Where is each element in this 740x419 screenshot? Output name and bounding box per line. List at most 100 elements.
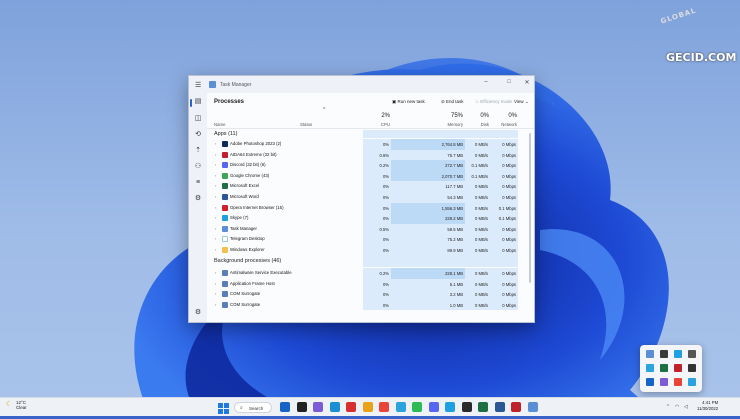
process-row[interactable]: › Windows Explorer 0% 89.9 MB 0 MB/s 0 Mbps [207,245,527,256]
tray-app-icon[interactable] [646,378,654,386]
expand-chevron-icon[interactable]: › [215,194,216,199]
pinned-app-icon[interactable] [494,402,505,412]
pinned-app-icon[interactable] [395,402,406,412]
tray-app-icon[interactable] [674,364,682,372]
pinned-app-icon[interactable] [478,402,488,412]
close-button[interactable]: ✕ [522,79,532,86]
expand-chevron-icon[interactable]: › [215,183,216,188]
tray-app-icon[interactable] [646,350,654,358]
process-row[interactable]: › Microsoft Excel 0% 117.7 MB 0 MB/s 0 Mbps [207,181,527,192]
expand-chevron-icon[interactable]: › [215,270,216,275]
process-row[interactable]: › Antimalware Service Executable 0.2% 228.1… [207,268,527,279]
process-row[interactable]: › COM Surrogate 0% 3.2 MB 0 MB/s 0 Mbps [207,289,527,300]
minimize-button[interactable]: – [481,79,491,85]
expand-chevron-icon[interactable]: › [215,302,216,307]
run-new-task-button[interactable]: ▣ Run new task [392,99,425,105]
search-icon: ⌕ [240,405,243,411]
process-row[interactable]: › AIDA64 Extreme (32 bit) 0.6% 75.7 MB 0 MB/… [207,149,527,161]
chevron-up-icon[interactable]: ⌃ [666,404,670,410]
pinned-app-icon[interactable] [329,402,340,412]
process-row[interactable]: › Adobe Photoshop 2023 (2) 0% 2,764.8 MB 0 M… [207,139,527,150]
pinned-app-icon[interactable] [511,402,521,412]
column-network[interactable]: Network [492,122,517,127]
process-row[interactable]: › Opera Internet Browser (15) 0% 1,556.3 MB… [207,202,527,214]
expand-chevron-icon[interactable]: › [215,162,216,167]
app-history-icon[interactable]: ⟲ [194,131,202,139]
view-button[interactable]: View ⌄ [514,99,529,105]
column-memory[interactable]: Memory [427,122,463,127]
taskbar-search[interactable]: ⌕ Search [234,402,272,413]
wifi-icon[interactable]: ◠ [675,404,679,410]
weather-widget[interactable]: ☾ 12°C Clear [6,400,27,410]
column-name[interactable]: Name [214,122,225,127]
pinned-app-icon[interactable] [379,402,389,412]
processes-icon[interactable]: ▤ [194,98,202,106]
tray-app-icon[interactable] [660,350,668,358]
expand-chevron-icon[interactable]: › [215,291,216,296]
process-row[interactable]: › Application Frame Host 0% 5.1 MB 0 MB/s 0 M… [207,278,527,290]
expand-chevron-icon[interactable]: › [215,141,216,146]
expand-chevron-icon[interactable]: › [215,247,216,252]
tray-app-icon[interactable] [646,364,654,372]
end-task-button[interactable]: ⊘ End task [441,99,464,105]
process-row[interactable]: › COM Surrogate 0% 1.0 MB 0 MB/s 0 Mbps [207,299,527,311]
tray-app-icon[interactable] [674,350,682,358]
title-bar[interactable]: ☰ Task Manager – □ ✕ [189,76,534,93]
volume-icon[interactable]: ◁ [684,404,688,410]
start-button[interactable] [218,401,229,414]
performance-icon[interactable]: ◫ [194,115,202,123]
efficiency-mode-button[interactable]: ♧ Efficiency mode [475,99,512,105]
column-cpu[interactable]: CPU [367,122,390,127]
pinned-app-icon[interactable] [296,402,307,412]
clock[interactable]: 4:41 PM 11/30/2022 [697,400,718,411]
tray-app-icon[interactable] [660,364,668,372]
pinned-app-icon[interactable] [527,402,538,412]
vertical-scrollbar[interactable] [529,133,531,283]
tray-app-icon[interactable] [688,364,696,372]
process-row[interactable]: › Task Manager 0.5% 59.5 MB 0 MB/s 0 Mbps [207,223,527,235]
process-row[interactable]: › Discord (32 bit) (6) 0.2% 272.7 MB 0.1 MB/… [207,160,527,171]
pinned-app-icon[interactable] [362,402,373,412]
group-header-apps[interactable]: Apps (11) [214,131,237,137]
pinned-app-icon[interactable] [313,402,323,412]
process-memory: 1,556.3 MB [391,202,465,214]
column-disk[interactable]: Disk [469,122,489,127]
process-disk: 0 MB/s [465,181,490,192]
group-header-background[interactable]: Background processes (46) [214,258,281,264]
settings-icon[interactable]: ⚙ [194,309,202,317]
process-cpu: 0% [363,289,391,300]
users-icon[interactable]: ⚇ [194,163,202,171]
expand-chevron-icon[interactable]: › [215,226,216,231]
tray-app-icon[interactable] [674,378,682,386]
details-icon[interactable]: ≡ [194,179,202,187]
process-row[interactable]: › Google Chrome (43) 0% 2,070.7 MB 0.1 MB/s 0… [207,170,527,182]
expand-chevron-icon[interactable]: › [215,215,216,220]
services-icon[interactable]: ⚙ [194,195,202,203]
tray-app-icon[interactable] [688,378,696,386]
process-network: 0 Mbps [490,289,518,300]
expand-chevron-icon[interactable]: › [215,281,216,286]
pinned-app-icon[interactable] [346,402,356,412]
tray-app-icon[interactable] [688,350,696,358]
hamburger-menu-icon[interactable]: ☰ [195,81,201,89]
startup-apps-icon[interactable]: ⇡ [194,147,202,155]
pinned-app-icon[interactable] [280,402,290,412]
pinned-app-icon[interactable] [461,402,472,412]
pinned-app-icon[interactable] [428,402,439,412]
column-status[interactable]: Status [300,122,312,127]
process-disk: 0 MB/s [465,139,490,150]
process-row[interactable]: › Skype (7) 0% 228.2 MB 0 MB/s 0.1 Mbps [207,213,527,224]
expand-chevron-icon[interactable]: › [215,205,216,210]
pinned-app-icon[interactable] [445,402,455,412]
process-row[interactable]: › Microsoft Word 0% 54.3 MB 0 MB/s 0 Mbps [207,192,527,203]
process-disk: 0.1 MB/s [465,160,490,171]
expand-chevron-icon[interactable]: › [215,152,216,157]
service-icon [222,301,228,308]
expand-chevron-icon[interactable]: › [215,236,216,241]
maximize-button[interactable]: □ [504,79,514,85]
tray-app-icon[interactable] [660,378,668,386]
process-row[interactable]: › Telegram Desktop 0% 75.2 MB 0 MB/s 0 Mbps [207,234,527,245]
expand-chevron-icon[interactable]: › [215,173,216,178]
process-memory: 5.1 MB [391,278,465,290]
pinned-app-icon[interactable] [412,402,422,412]
